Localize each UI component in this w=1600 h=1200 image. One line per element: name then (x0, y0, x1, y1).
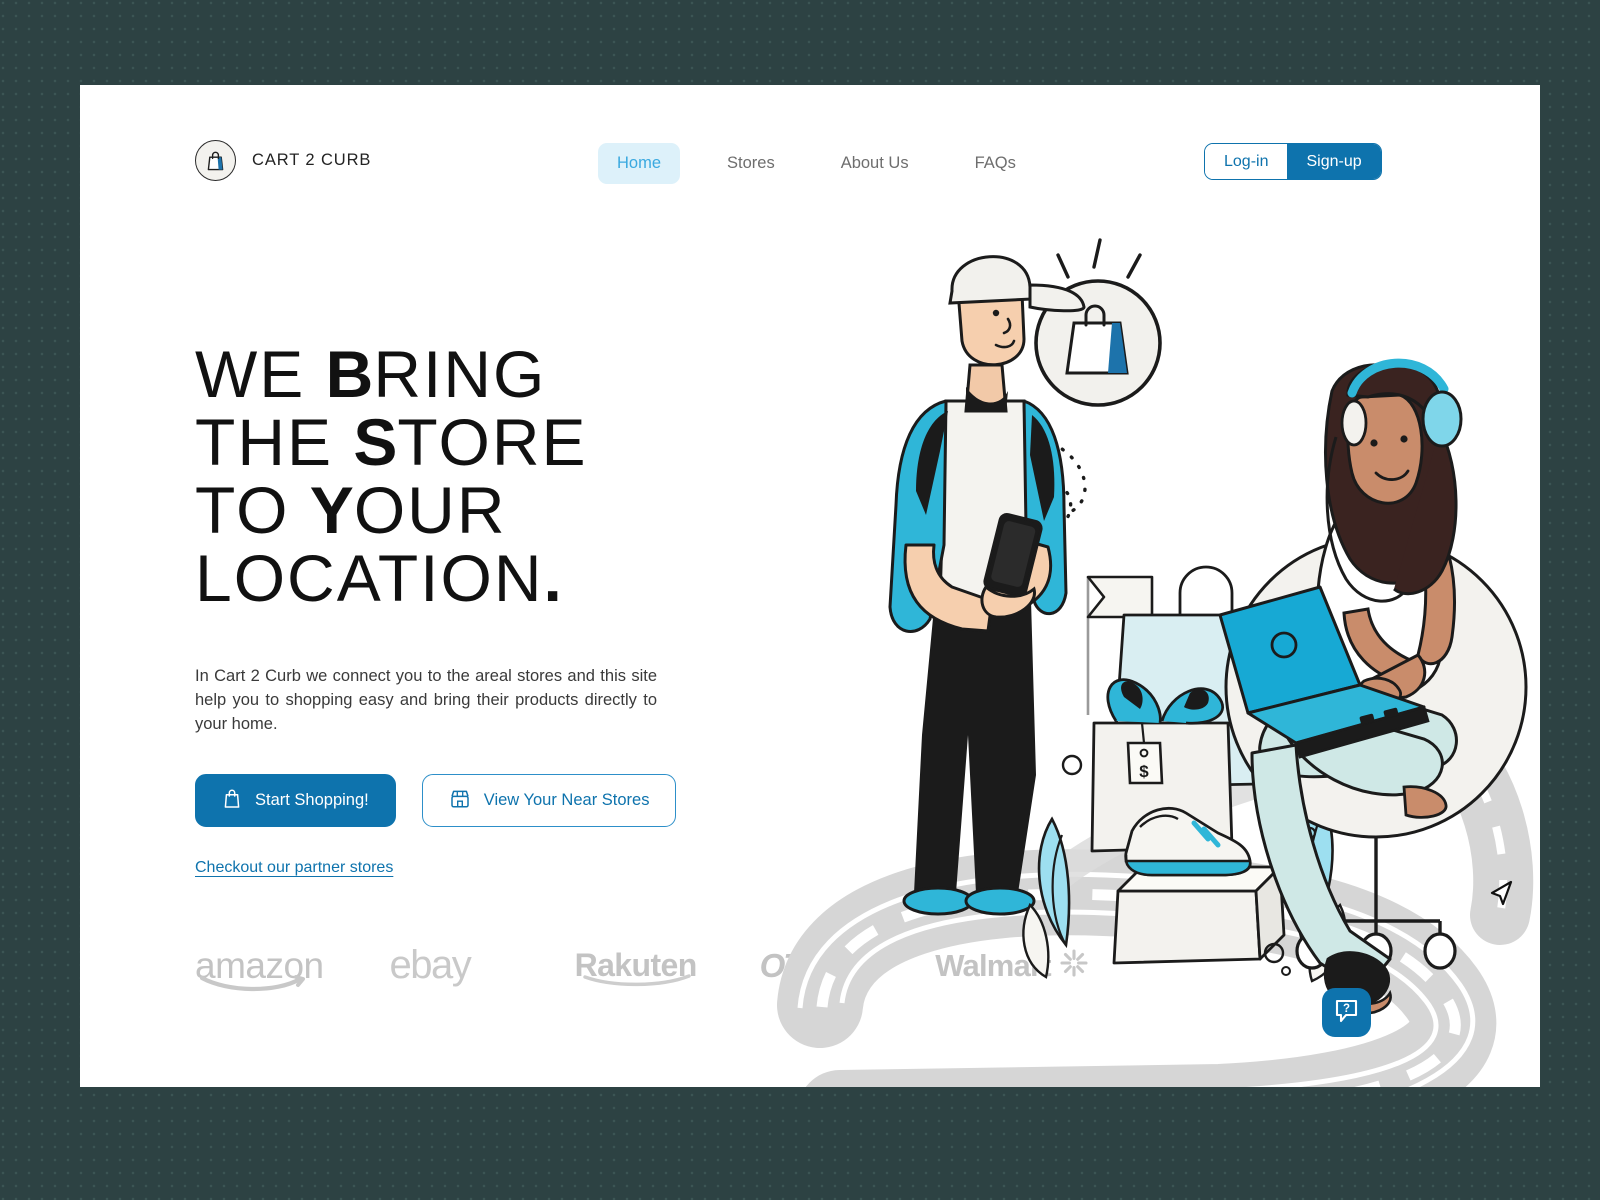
logo-ebay-label: ebay (389, 943, 472, 987)
storefront-icon (449, 788, 471, 814)
hero-illustration: $ $ (700, 215, 1540, 1087)
brand-name: CART 2 CURB (252, 151, 372, 169)
page-title: WE BRING THE STORE TO YOUR LOCATION. (195, 340, 695, 612)
partner-stores-link[interactable]: Checkout our partner stores (195, 859, 393, 877)
start-shopping-label: Start Shopping! (255, 791, 369, 809)
site-header: CART 2 CURB Home Stores About Us FAQs Lo… (80, 85, 1540, 235)
shopping-bag-icon (222, 788, 242, 814)
view-near-stores-button[interactable]: View Your Near Stores (421, 774, 677, 827)
help-chat-button[interactable]: ? (1322, 988, 1371, 1037)
signup-button[interactable]: Sign-up (1287, 144, 1381, 179)
headline-line-1: WE BRING (195, 337, 547, 411)
main-nav: Home Stores About Us FAQs (598, 143, 1035, 184)
hero-cta-row: Start Shopping! View Your Near Stores (195, 774, 695, 827)
brand-logo[interactable]: CART 2 CURB (195, 140, 371, 181)
hero-description: In Cart 2 Curb we connect you to the are… (195, 667, 657, 733)
shopping-bag-badge (1034, 238, 1162, 407)
nav-item-about-us[interactable]: About Us (822, 143, 928, 184)
login-button[interactable]: Log-in (1205, 144, 1288, 179)
svg-text:$: $ (1139, 762, 1149, 781)
headline-line-4: LOCATION. (195, 541, 564, 615)
auth-button-group: Log-in Sign-up (1204, 143, 1382, 180)
logo-ebay[interactable]: ebay (390, 945, 575, 985)
page-card: CART 2 CURB Home Stores About Us FAQs Lo… (80, 85, 1540, 1087)
headline-line-3: TO YOUR (195, 473, 507, 547)
nav-item-faqs[interactable]: FAQs (956, 143, 1035, 184)
mouse-cursor (1489, 878, 1515, 908)
question-chat-icon: ? (1333, 997, 1360, 1029)
nav-item-home[interactable]: Home (598, 143, 681, 184)
logo-amazon[interactable]: amazon (195, 947, 390, 991)
svg-text:?: ? (1343, 1003, 1350, 1015)
nav-item-stores[interactable]: Stores (708, 143, 794, 184)
headline-line-2: THE STORE (195, 405, 588, 479)
shopping-bag-icon (195, 140, 236, 181)
hero-content: WE BRING THE STORE TO YOUR LOCATION. In … (195, 340, 695, 877)
view-near-stores-label: View Your Near Stores (483, 791, 650, 809)
start-shopping-button[interactable]: Start Shopping! (195, 774, 396, 827)
